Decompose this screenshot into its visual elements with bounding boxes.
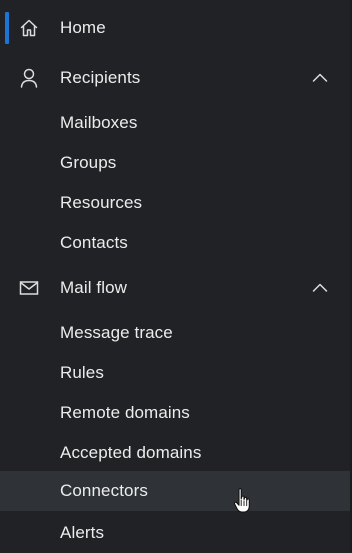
nav-item-label: Rules bbox=[60, 363, 104, 382]
home-icon bbox=[18, 17, 40, 39]
nav-item-label: Remote domains bbox=[60, 403, 190, 422]
nav-item-accepted-domains[interactable]: Accepted domains bbox=[0, 433, 352, 473]
nav-item-groups[interactable]: Groups bbox=[0, 143, 352, 183]
nav-item-contacts[interactable]: Contacts bbox=[0, 223, 352, 263]
nav-item-label: Groups bbox=[60, 153, 117, 172]
nav-item-remote-domains[interactable]: Remote domains bbox=[0, 393, 352, 433]
nav-item-connectors[interactable]: Connectors bbox=[0, 471, 352, 511]
nav-item-label: Alerts bbox=[60, 523, 105, 542]
nav-item-label: Mailboxes bbox=[60, 113, 138, 132]
nav-item-alerts[interactable]: Alerts bbox=[0, 513, 352, 553]
nav-item-label: Connectors bbox=[60, 481, 148, 500]
nav-item-home[interactable]: Home bbox=[0, 8, 352, 48]
nav-item-label: Resources bbox=[60, 193, 143, 212]
chevron-up-icon[interactable] bbox=[310, 280, 330, 296]
nav-item-message-trace[interactable]: Message trace bbox=[0, 313, 352, 353]
nav-item-home-label: Home bbox=[60, 18, 106, 37]
active-indicator bbox=[5, 12, 9, 44]
nav-group-mail-flow-label: Mail flow bbox=[60, 278, 128, 297]
nav-group-mail-flow[interactable]: Mail flow bbox=[0, 268, 352, 308]
nav-group-recipients-label: Recipients bbox=[60, 68, 141, 87]
mail-icon bbox=[18, 277, 40, 299]
nav-group-recipients[interactable]: Recipients bbox=[0, 58, 352, 98]
person-icon bbox=[18, 67, 40, 89]
chevron-up-icon[interactable] bbox=[310, 70, 330, 86]
nav-item-mailboxes[interactable]: Mailboxes bbox=[0, 103, 352, 143]
nav-item-resources[interactable]: Resources bbox=[0, 183, 352, 223]
left-navigation: Home Recipients Mailboxes Groups Resourc… bbox=[0, 0, 352, 552]
nav-item-label: Accepted domains bbox=[60, 443, 202, 462]
nav-item-rules[interactable]: Rules bbox=[0, 353, 352, 393]
nav-item-label: Contacts bbox=[60, 233, 128, 252]
nav-item-label: Message trace bbox=[60, 323, 173, 342]
